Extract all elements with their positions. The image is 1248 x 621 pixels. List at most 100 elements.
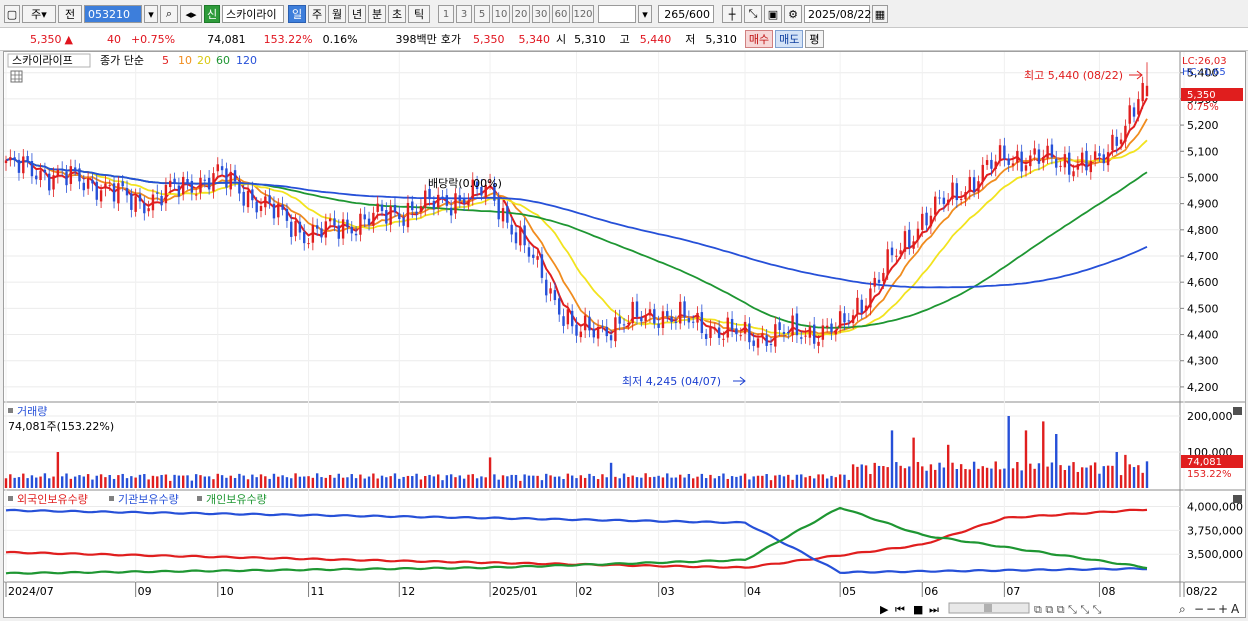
low-label: 저 — [685, 33, 696, 46]
tab-minute[interactable]: 분 — [368, 5, 386, 23]
interval-5[interactable]: 5 — [474, 5, 490, 23]
stop-icon[interactable]: ■ — [913, 603, 923, 616]
stock-chart[interactable]: 5,4005,3005,2005,1005,0004,9004,8004,700… — [4, 52, 1245, 617]
tab-year[interactable]: 년 — [348, 5, 366, 23]
type-select[interactable]: 주 ▾ — [22, 5, 56, 23]
volume-bar — [13, 477, 16, 488]
candle-body — [644, 315, 647, 322]
interval-30[interactable]: 30 — [532, 5, 550, 23]
scroll-right-icon[interactable]: ▶ — [880, 603, 889, 616]
interval-20[interactable]: 20 — [512, 5, 530, 23]
scroll-controls: ▶ ⏮ ■ ⏭ ⧉ ⧉ ⧉ ⤡ ⤡ ⤡ ⌕ − − + A — [880, 602, 1240, 616]
minus-icon[interactable]: − — [1206, 602, 1216, 616]
zoom-search-icon[interactable]: ⌕ — [1179, 602, 1186, 616]
volume-bar — [393, 473, 397, 488]
price-tick-label: 4,700 — [1187, 250, 1219, 263]
volume-bar — [1098, 473, 1101, 488]
volume-bar — [903, 468, 907, 488]
date-field[interactable]: 2025/08/22 — [804, 5, 871, 23]
volume-bar — [748, 479, 751, 488]
volume-bar — [108, 474, 111, 488]
interval-10[interactable]: 10 — [492, 5, 510, 23]
candle-body — [895, 255, 898, 257]
volume-bar — [908, 466, 911, 488]
change-amount: 40 — [106, 32, 121, 46]
volume-last-value: 74,081 — [1187, 457, 1222, 468]
price-tick-label: 4,400 — [1187, 329, 1219, 342]
count-field[interactable]: 265/600 — [658, 5, 714, 23]
candle-body — [774, 324, 777, 347]
x-tick-label: 12 — [401, 585, 415, 598]
sound-icon[interactable]: ◂▸ — [180, 5, 202, 23]
volume-bar — [117, 475, 120, 488]
candle-body — [1141, 82, 1144, 102]
volume-pane-close-icon[interactable] — [1233, 407, 1242, 415]
volume-bar — [700, 473, 704, 488]
holdings-pane-close-icon[interactable] — [1233, 495, 1242, 503]
candle-body — [1055, 158, 1058, 168]
candle-body — [527, 247, 531, 257]
interval-dropdown-icon[interactable]: ▾ — [638, 5, 652, 23]
volume-bar — [125, 478, 129, 488]
candle-body — [43, 169, 47, 173]
save-icon[interactable]: ▣ — [764, 5, 782, 23]
search-icon[interactable]: ⌕ — [160, 5, 178, 23]
volume-bar — [56, 452, 60, 488]
scroll-start-icon[interactable]: ⏮ — [895, 603, 905, 616]
volume-bar — [203, 476, 207, 488]
zoom-out-icon[interactable]: − — [1194, 602, 1204, 616]
volume-bar — [890, 430, 894, 488]
volume-bar — [925, 470, 928, 488]
interval-120[interactable]: 120 — [572, 5, 594, 23]
tool-icons[interactable]: ⧉ ⧉ ⧉ ⤡ ⤡ ⤡ — [1034, 603, 1102, 616]
zoom-in-icon[interactable]: + — [1218, 602, 1228, 616]
code-dropdown-icon[interactable]: ▾ — [144, 5, 158, 23]
interval-input[interactable] — [598, 5, 636, 23]
calendar-icon[interactable]: ▦ — [872, 5, 888, 23]
tab-day[interactable]: 일 — [288, 5, 306, 23]
volume-bar — [30, 475, 34, 488]
interval-1[interactable]: 1 — [438, 5, 454, 23]
buy-button[interactable]: 매수 — [744, 30, 774, 48]
interval-60[interactable]: 60 — [552, 5, 570, 23]
volume-bar — [800, 474, 803, 488]
eval-button[interactable]: 평 — [805, 30, 824, 48]
prev-button[interactable]: 전 — [58, 5, 82, 23]
scroll-end-icon[interactable]: ⏭ — [929, 603, 939, 616]
candle-body — [523, 225, 526, 246]
tab-week[interactable]: 주 — [308, 5, 326, 23]
candle-body — [955, 183, 959, 201]
font-size-icon[interactable]: A — [1231, 602, 1240, 616]
tab-month[interactable]: 월 — [328, 5, 346, 23]
scrollbar-thumb[interactable] — [984, 604, 992, 612]
interval-3[interactable]: 3 — [456, 5, 472, 23]
candle-body — [1046, 145, 1049, 159]
volume-bar — [886, 467, 889, 488]
ma120-label: 120 — [236, 54, 257, 67]
stock-name-field[interactable]: 스카이라이 — [222, 5, 284, 23]
ma60-label: 60 — [216, 54, 230, 67]
volume-bar — [562, 478, 565, 488]
candle-body — [441, 196, 444, 198]
gear-icon[interactable]: ⚙ — [784, 5, 802, 23]
candle-body — [125, 188, 129, 196]
table-icon[interactable] — [10, 70, 23, 83]
high-label: 고 — [619, 33, 630, 46]
tab-tick[interactable]: 틱 — [408, 5, 430, 23]
code-input[interactable]: 053210 — [84, 5, 142, 23]
volume-bar — [791, 479, 794, 488]
volume-bar — [558, 476, 561, 488]
draw-icon[interactable]: ⤡ — [744, 5, 762, 23]
candle-icon[interactable]: ┼ — [722, 5, 742, 23]
tab-second[interactable]: 초 — [388, 5, 406, 23]
candle-body — [78, 168, 81, 182]
candle-body — [82, 182, 85, 191]
chart-area[interactable]: 5,4005,3005,2005,1005,0004,9004,8004,700… — [3, 51, 1246, 618]
candle-body — [890, 247, 894, 256]
volume-bar — [506, 476, 509, 488]
volume-bar — [398, 478, 401, 488]
window-icon[interactable]: ▢ — [4, 5, 20, 23]
sell-button[interactable]: 매도 — [775, 30, 804, 48]
quote-bar: 5,350 ▲ 40 +0.75% 74,081 153.22% 0.16% 3… — [0, 27, 1248, 51]
candle-body — [929, 215, 933, 227]
